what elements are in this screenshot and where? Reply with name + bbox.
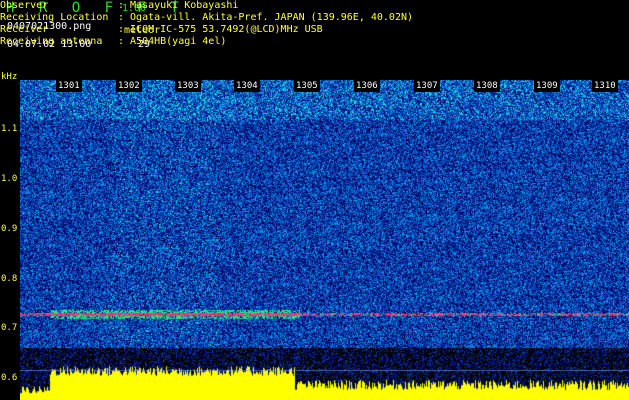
- y-tick-label: 0.8: [1, 274, 18, 284]
- info-label: Receiving Location: [0, 12, 109, 23]
- spectrogram: [20, 80, 629, 400]
- x-tick-label: 1302: [116, 80, 142, 92]
- x-tick-label: 1301: [56, 80, 82, 92]
- x-tick-label: 1306: [354, 80, 380, 92]
- info-value: : ICOM IC-575 53.7492(@LCD)MHz USB: [118, 24, 323, 35]
- info-label: Observer: [0, 0, 49, 11]
- info-value: : Ogata-vill. Akita-Pref. JAPAN (139.96E…: [118, 12, 414, 23]
- info-label: Receiving antenna: [0, 36, 103, 47]
- info-label: Receiver: [0, 24, 49, 35]
- x-tick-label: 1308: [474, 80, 500, 92]
- info-value: : Masayuki Kobayashi: [118, 0, 239, 11]
- x-tick-label: 1305: [294, 80, 320, 92]
- x-tick-label: 1303: [175, 80, 201, 92]
- y-tick-label: 0.9: [1, 224, 18, 234]
- info-row-location: Receiving Location : Ogata-vill. Akita-Pr…: [0, 12, 413, 24]
- y-tick-label: 0.7: [1, 323, 18, 333]
- info-row-antenna: Receiving antenna : A504HB(yagi 4el): [0, 36, 226, 48]
- x-tick-label: 1309: [534, 80, 560, 92]
- y-tick-label: 1.1: [1, 124, 18, 134]
- y-axis-unit: kHz: [1, 72, 18, 82]
- hroft-window: { "header": { "app_title": "H R O F F T"…: [0, 0, 629, 400]
- x-tick-label: 1310: [592, 80, 618, 92]
- info-value: : A504HB(yagi 4el): [118, 36, 227, 47]
- x-tick-label: 1304: [234, 80, 260, 92]
- y-tick-label: 1.0: [1, 174, 18, 184]
- x-tick-label: 1307: [414, 80, 440, 92]
- info-row-observer: Observer : Masayuki Kobayashi: [0, 0, 238, 12]
- y-tick-label: 0.6: [1, 373, 18, 383]
- info-row-receiver: Receiver : ICOM IC-575 53.7492(@LCD)MHz U…: [0, 24, 323, 36]
